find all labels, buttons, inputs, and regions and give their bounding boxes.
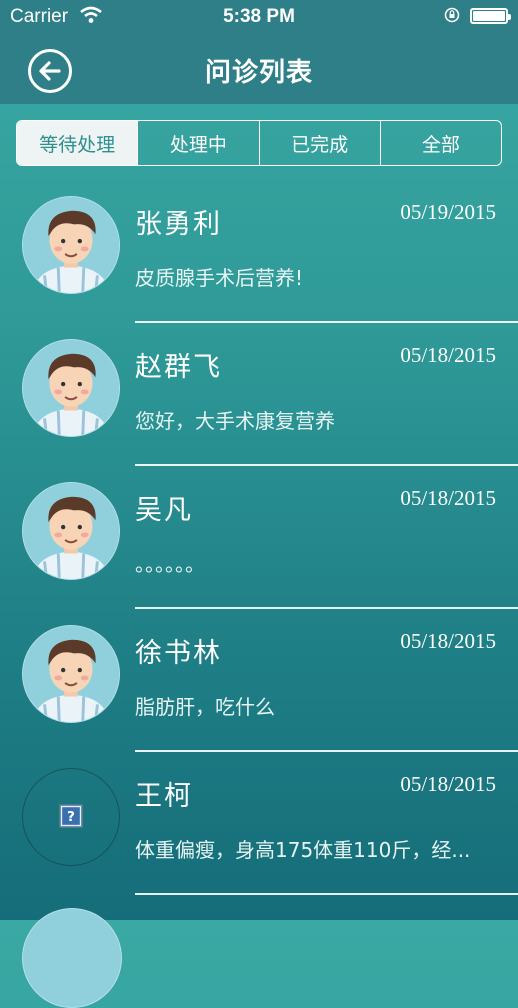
consult-date: 05/19/2015 xyxy=(400,200,496,224)
consultation-list: 张勇利 05/19/2015 皮质腺手术后营养! 赵群飞 05/18/2015 … xyxy=(0,180,518,895)
tab-all[interactable]: 全部 xyxy=(379,121,501,165)
tab-in-progress[interactable]: 处理中 xyxy=(137,121,258,165)
consult-date: 05/18/2015 xyxy=(400,486,496,510)
battery-icon xyxy=(470,8,511,24)
consult-date: 05/18/2015 xyxy=(400,772,496,796)
avatar xyxy=(22,482,120,580)
status-tabs: 等待处理 处理中 已完成 全部 xyxy=(16,120,502,166)
list-item[interactable]: 赵群飞 05/18/2015 您好，大手术康复营养 xyxy=(0,323,518,466)
consult-message: 。。。。。。 xyxy=(135,552,205,576)
consult-message: 您好，大手术康复营养 xyxy=(135,409,335,433)
tab-completed[interactable]: 已完成 xyxy=(258,121,380,165)
avatar xyxy=(22,196,120,294)
list-item[interactable]: 徐书林 05/18/2015 脂肪肝，吃什么 xyxy=(0,609,518,752)
avatar: ? xyxy=(22,768,120,866)
avatar xyxy=(22,908,122,1008)
consult-date: 05/18/2015 xyxy=(400,343,496,367)
missing-image-icon: ? xyxy=(59,804,83,828)
consult-date: 05/18/2015 xyxy=(400,629,496,653)
patient-name: 吴凡 xyxy=(135,495,193,526)
status-time: 5:38 PM xyxy=(223,6,295,27)
tab-pending[interactable]: 等待处理 xyxy=(17,121,138,165)
avatar xyxy=(22,339,120,437)
patient-name: 王柯 xyxy=(135,781,193,812)
list-item[interactable]: 张勇利 05/19/2015 皮质腺手术后营养! xyxy=(0,180,518,323)
list-item[interactable]: 吴凡 05/18/2015 。。。。。。 xyxy=(0,466,518,609)
consult-message: 皮质腺手术后营养! xyxy=(135,266,304,290)
nav-bar: 问诊列表 xyxy=(0,34,518,104)
divider xyxy=(135,893,518,895)
list-item[interactable]: ? 王柯 05/18/2015 体重偏瘦，身高175体重110斤，经... xyxy=(0,752,518,895)
page-title: 问诊列表 xyxy=(204,58,313,88)
status-bar: Carrier 5:38 PM xyxy=(0,0,518,34)
patient-name: 赵群飞 xyxy=(135,352,222,383)
rotation-lock-icon xyxy=(444,7,460,23)
patient-name: 徐书林 xyxy=(135,638,222,669)
svg-text:?: ? xyxy=(67,809,75,825)
consult-message: 体重偏瘦，身高175体重110斤，经... xyxy=(135,838,471,862)
patient-name: 张勇利 xyxy=(135,209,222,240)
consult-message: 脂肪肝，吃什么 xyxy=(135,695,275,719)
avatar xyxy=(22,625,120,723)
